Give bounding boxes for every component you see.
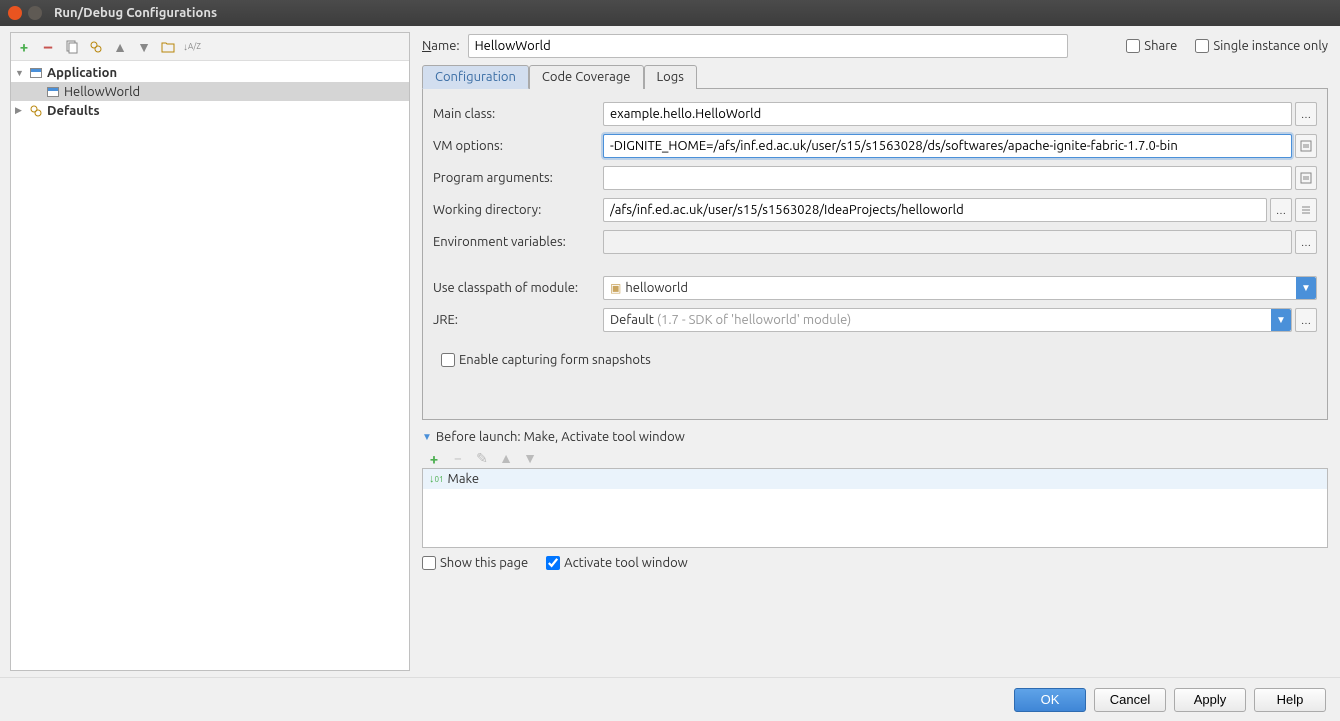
classpath-value: helloworld [625,281,1296,295]
tree-expand-icon[interactable]: ▶ [15,105,25,116]
ok-button[interactable]: OK [1014,688,1086,712]
enable-snapshots-checkbox[interactable]: Enable capturing form snapshots [441,353,1317,367]
jre-value: Default (1.7 - SDK of 'helloworld' modul… [610,313,1271,327]
add-task-icon[interactable]: + [426,450,442,466]
browse-main-class-button[interactable]: … [1295,102,1317,126]
before-launch-item-make[interactable]: ↓01 Make [423,469,1327,489]
tree-node-defaults[interactable]: ▶ Defaults [11,101,409,120]
main-class-label: Main class: [433,107,603,121]
dropdown-arrow-icon: ▼ [1271,309,1291,331]
single-instance-checkbox[interactable]: Single instance only [1195,39,1328,53]
tree-expand-icon[interactable]: ▼ [15,68,25,78]
program-args-input[interactable] [603,166,1292,190]
browse-jre-button[interactable]: … [1295,308,1317,332]
defaults-icon [28,104,44,118]
expand-program-args-button[interactable] [1295,166,1317,190]
config-tree[interactable]: ▼ Application HellowWorld ▶ Defaults [11,61,409,670]
copy-config-icon[interactable] [64,39,80,55]
apply-button[interactable]: Apply [1174,688,1246,712]
before-launch-item-label: Make [448,472,480,486]
tab-logs[interactable]: Logs [644,65,697,89]
window-minimize-button[interactable] [28,6,42,20]
sidebar-toolbar: + − ▲ ▼ ↓A/Z [11,33,409,61]
name-label: Name: [422,39,460,53]
before-launch-header: Before launch: Make, Activate tool windo… [436,430,685,444]
share-checkbox[interactable]: Share [1126,39,1177,53]
window-title: Run/Debug Configurations [54,6,217,20]
section-collapse-icon[interactable]: ▼ [422,431,432,443]
tab-configuration[interactable]: Configuration [422,65,529,89]
tree-node-hellowworld[interactable]: HellowWorld [11,82,409,101]
program-args-label: Program arguments: [433,171,603,185]
run-config-icon [45,85,61,99]
move-up-icon[interactable]: ▲ [112,39,128,55]
configuration-panel: Main class: … VM options: Program argume… [422,89,1328,420]
classpath-select[interactable]: ▣ helloworld ▼ [603,276,1317,300]
help-button[interactable]: Help [1254,688,1326,712]
before-launch-list[interactable]: ↓01 Make [422,468,1328,548]
before-launch-toolbar: + − ✎ ▲ ▼ [422,448,1328,468]
name-input[interactable] [468,34,1068,58]
browse-working-dir-button[interactable]: … [1270,198,1292,222]
task-up-icon[interactable]: ▲ [498,450,514,466]
tree-node-application[interactable]: ▼ Application [11,63,409,82]
jre-label: JRE: [433,313,603,327]
classpath-label: Use classpath of module: [433,281,603,295]
titlebar: Run/Debug Configurations [0,0,1340,26]
dropdown-arrow-icon: ▼ [1296,277,1316,299]
vm-options-label: VM options: [433,139,603,153]
tab-code-coverage[interactable]: Code Coverage [529,65,644,89]
env-vars-label: Environment variables: [433,235,603,249]
activate-tool-window-label: Activate tool window [564,556,688,570]
cancel-button[interactable]: Cancel [1094,688,1166,712]
sort-icon[interactable]: ↓A/Z [184,39,200,55]
share-label: Share [1144,39,1177,53]
remove-task-icon[interactable]: − [450,450,466,466]
move-down-icon[interactable]: ▼ [136,39,152,55]
single-instance-label: Single instance only [1213,39,1328,53]
expand-vm-options-button[interactable] [1295,134,1317,158]
vm-options-input[interactable] [603,134,1292,158]
before-launch-section: ▼ Before launch: Make, Activate tool win… [422,430,1328,570]
dialog-footer: OK Cancel Apply Help [0,677,1340,721]
add-config-icon[interactable]: + [16,39,32,55]
list-working-dir-button[interactable] [1295,198,1317,222]
edit-task-icon[interactable]: ✎ [474,450,490,466]
activate-tool-window-checkbox[interactable]: Activate tool window [546,556,688,570]
config-tabs: Configuration Code Coverage Logs [422,64,1328,89]
task-down-icon[interactable]: ▼ [522,450,538,466]
jre-select[interactable]: Default (1.7 - SDK of 'helloworld' modul… [603,308,1292,332]
working-dir-input[interactable] [603,198,1267,222]
edit-env-vars-button[interactable]: … [1295,230,1317,254]
module-icon: ▣ [610,281,621,295]
window-close-button[interactable] [8,6,22,20]
tree-label: Defaults [47,104,100,118]
remove-config-icon[interactable]: − [40,39,56,55]
make-icon: ↓01 [429,473,444,485]
tree-label: HellowWorld [64,85,140,99]
tree-label: Application [47,66,117,80]
configurations-sidebar: + − ▲ ▼ ↓A/Z ▼ Application HellowW [10,32,410,671]
config-editor-pane: Name: Share Single instance only Configu… [410,26,1340,677]
working-dir-label: Working directory: [433,203,603,217]
env-vars-input[interactable] [603,230,1292,254]
application-type-icon [28,66,44,80]
show-this-page-label: Show this page [440,556,528,570]
show-this-page-checkbox[interactable]: Show this page [422,556,528,570]
enable-snapshots-label: Enable capturing form snapshots [459,353,651,367]
save-config-icon[interactable] [88,39,104,55]
folder-icon[interactable] [160,39,176,55]
main-class-input[interactable] [603,102,1292,126]
